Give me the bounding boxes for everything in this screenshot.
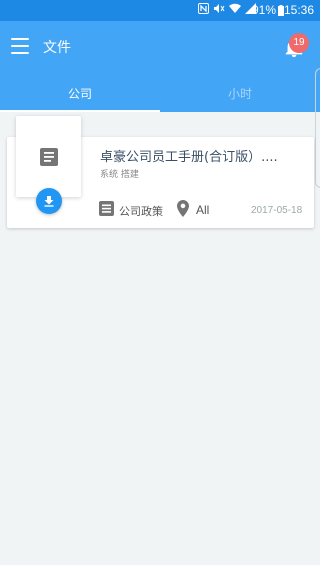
document-location: All (196, 203, 210, 217)
document-icon (40, 148, 58, 166)
tab-indicator (0, 110, 160, 112)
status-icons (198, 3, 256, 14)
wifi-icon (229, 3, 241, 13)
notification-badge: 19 (289, 33, 309, 53)
category-icon (99, 201, 114, 216)
tab-hour[interactable]: 小时 (160, 85, 320, 102)
document-title: 卓豪公司员工手册(合订版）.... (100, 150, 278, 165)
download-icon (44, 196, 54, 207)
edge-panel-handle[interactable] (315, 68, 320, 188)
page-title: 文件 (43, 40, 71, 56)
tab-bar: 公司 小时 (0, 81, 320, 112)
document-subtitle: 系统 搭建 (100, 170, 139, 180)
location-pin-icon (177, 200, 189, 217)
mute-icon (214, 4, 225, 13)
battery-percent: 91% (251, 3, 276, 17)
nfc-icon (198, 3, 209, 14)
status-bar: 91% 15:36 (0, 0, 320, 21)
document-category: 公司政策 (119, 205, 163, 218)
app-bar: 文件 19 公司 小时 (0, 21, 320, 112)
menu-icon[interactable] (11, 38, 29, 54)
clock: 15:36 (283, 3, 314, 17)
download-button[interactable] (36, 188, 62, 214)
tab-company[interactable]: 公司 (0, 85, 160, 102)
document-date: 2017-05-18 (251, 205, 303, 216)
